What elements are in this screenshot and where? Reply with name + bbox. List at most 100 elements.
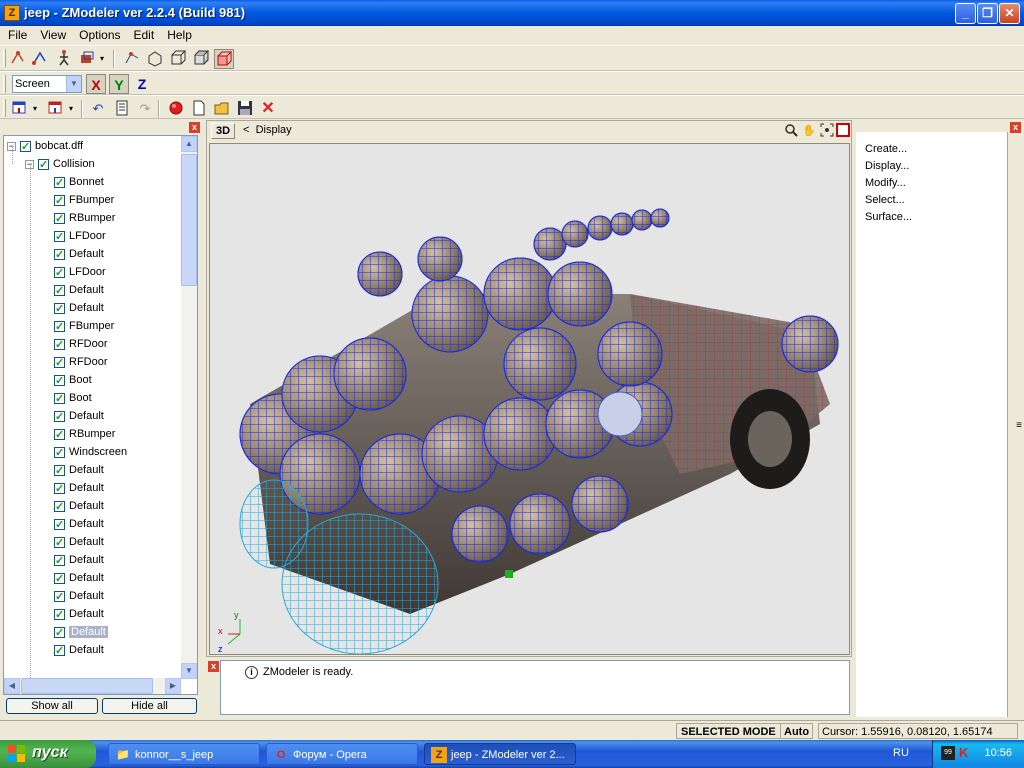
close-button[interactable]: ✕ bbox=[999, 3, 1020, 24]
minimize-button[interactable]: _ bbox=[955, 3, 976, 24]
select-vertex-icon[interactable] bbox=[8, 49, 28, 69]
visibility-checkbox[interactable] bbox=[54, 336, 65, 354]
tree-item[interactable]: LFDoor bbox=[54, 263, 106, 282]
visibility-checkbox[interactable] bbox=[54, 534, 65, 552]
dropdown-arrow-icon[interactable]: ▾ bbox=[30, 99, 40, 119]
visibility-checkbox[interactable] bbox=[54, 246, 65, 264]
open-folder-icon[interactable] bbox=[212, 99, 232, 119]
close-icon[interactable]: x bbox=[1010, 122, 1021, 133]
visibility-checkbox[interactable] bbox=[54, 300, 65, 318]
delete-icon[interactable]: ✕ bbox=[258, 99, 278, 119]
tree-horizontal-scrollbar[interactable]: ◀ ▶ bbox=[4, 678, 181, 694]
visibility-checkbox[interactable] bbox=[54, 264, 65, 282]
vertex-mode-icon[interactable] bbox=[122, 49, 142, 69]
face-mode-icon[interactable] bbox=[145, 49, 165, 69]
taskbar-item-folder[interactable]: 📁 konnor__s_jeep bbox=[108, 743, 260, 765]
visibility-checkbox[interactable] bbox=[54, 552, 65, 570]
export-icon[interactable] bbox=[46, 99, 66, 119]
tree-root[interactable]: −bobcat.dff bbox=[7, 137, 83, 156]
visibility-checkbox[interactable] bbox=[54, 282, 65, 300]
visibility-checkbox[interactable] bbox=[54, 606, 65, 624]
command-display[interactable]: Display... bbox=[865, 160, 909, 172]
select-edge-icon[interactable] bbox=[30, 49, 50, 69]
scroll-down-icon[interactable]: ▼ bbox=[181, 663, 197, 679]
tree-item[interactable]: Boot bbox=[54, 371, 92, 390]
import-icon[interactable] bbox=[10, 99, 30, 119]
scroll-left-icon[interactable]: ◀ bbox=[4, 678, 20, 694]
restore-button[interactable]: ❐ bbox=[977, 3, 998, 24]
command-create[interactable]: Create... bbox=[865, 143, 907, 155]
visibility-checkbox[interactable] bbox=[54, 228, 65, 246]
undo-icon[interactable]: ↶ bbox=[88, 99, 108, 119]
visibility-checkbox[interactable] bbox=[54, 192, 65, 210]
tree-item[interactable]: Bonnet bbox=[54, 173, 104, 192]
group-mode-icon[interactable] bbox=[214, 49, 234, 69]
command-surface[interactable]: Surface... bbox=[865, 211, 912, 223]
axis-x-toggle[interactable]: X bbox=[86, 74, 106, 94]
scroll-right-icon[interactable]: ▶ bbox=[165, 678, 181, 694]
new-file-icon[interactable] bbox=[189, 99, 209, 119]
command-select[interactable]: Select... bbox=[865, 194, 905, 206]
axis-z-toggle[interactable]: Z bbox=[132, 74, 152, 94]
visibility-checkbox[interactable] bbox=[54, 354, 65, 372]
zoom-icon[interactable] bbox=[783, 123, 799, 139]
tree-item[interactable]: RFDoor bbox=[54, 335, 108, 354]
show-all-button[interactable]: Show all bbox=[6, 698, 98, 714]
visibility-checkbox[interactable] bbox=[54, 588, 65, 606]
antivirus-icon[interactable]: K bbox=[959, 745, 968, 760]
tree-item[interactable]: Default bbox=[54, 551, 104, 570]
tree-item[interactable]: Default bbox=[54, 587, 104, 606]
visibility-checkbox[interactable] bbox=[54, 624, 65, 642]
tree-item[interactable]: Default bbox=[54, 245, 104, 264]
tree-item[interactable]: Default bbox=[54, 479, 104, 498]
tree-item[interactable]: Default bbox=[54, 299, 104, 318]
toolbar-grip[interactable] bbox=[3, 75, 6, 93]
chevron-down-icon[interactable]: ▼ bbox=[66, 76, 81, 92]
tree-item[interactable]: Default bbox=[54, 497, 104, 516]
menu-view[interactable]: View bbox=[35, 26, 71, 44]
visibility-checkbox[interactable] bbox=[54, 390, 65, 408]
dropdown-arrow-icon[interactable]: ▾ bbox=[97, 49, 107, 69]
redo-icon[interactable]: ↷ bbox=[135, 99, 155, 119]
tree-group[interactable]: −Collision bbox=[25, 155, 95, 174]
tree-item[interactable]: RBumper bbox=[54, 209, 115, 228]
visibility-checkbox[interactable] bbox=[54, 408, 65, 426]
visibility-checkbox[interactable] bbox=[20, 138, 31, 156]
menu-file[interactable]: File bbox=[3, 26, 32, 44]
visibility-checkbox[interactable] bbox=[54, 318, 65, 336]
start-button[interactable]: пуск bbox=[0, 740, 96, 768]
tray-app-icon[interactable]: 99 bbox=[941, 746, 955, 760]
visibility-checkbox[interactable] bbox=[54, 372, 65, 390]
menu-help[interactable]: Help bbox=[162, 26, 197, 44]
pan-hand-icon[interactable]: ✋ bbox=[801, 123, 817, 139]
tree-item[interactable]: Boot bbox=[54, 389, 92, 408]
tree-item[interactable]: Default bbox=[54, 533, 104, 552]
visibility-checkbox[interactable] bbox=[54, 462, 65, 480]
tree-item[interactable]: Default bbox=[54, 461, 104, 480]
scroll-up-icon[interactable]: ▲ bbox=[181, 136, 197, 152]
dropdown-arrow-icon[interactable]: ▾ bbox=[66, 99, 76, 119]
undo-list-icon[interactable] bbox=[112, 99, 132, 119]
tree-item[interactable]: Default bbox=[54, 623, 108, 642]
save-icon[interactable] bbox=[235, 99, 255, 119]
scroll-thumb[interactable] bbox=[21, 678, 153, 694]
scroll-thumb[interactable] bbox=[181, 154, 197, 286]
viewport-label[interactable]: < Display bbox=[243, 124, 292, 136]
visibility-checkbox[interactable] bbox=[38, 156, 49, 174]
tree-item[interactable]: LFDoor bbox=[54, 227, 106, 246]
tree-item[interactable]: RBumper bbox=[54, 425, 115, 444]
tree-item[interactable]: Default bbox=[54, 605, 104, 624]
tree-item[interactable]: RFDoor bbox=[54, 353, 108, 372]
back-arrow-icon[interactable]: < bbox=[243, 124, 249, 136]
mesh-mode-icon[interactable] bbox=[168, 49, 188, 69]
visibility-checkbox[interactable] bbox=[54, 426, 65, 444]
viewport-mode-badge[interactable]: 3D bbox=[211, 123, 235, 139]
select-pose-icon[interactable] bbox=[54, 49, 74, 69]
visibility-checkbox[interactable] bbox=[54, 498, 65, 516]
toolbar-grip[interactable] bbox=[3, 99, 6, 117]
tree-item[interactable]: Default bbox=[54, 281, 104, 300]
command-modify[interactable]: Modify... bbox=[865, 177, 906, 189]
visibility-checkbox[interactable] bbox=[54, 642, 65, 660]
visibility-checkbox[interactable] bbox=[54, 210, 65, 228]
record-icon[interactable] bbox=[166, 99, 186, 119]
